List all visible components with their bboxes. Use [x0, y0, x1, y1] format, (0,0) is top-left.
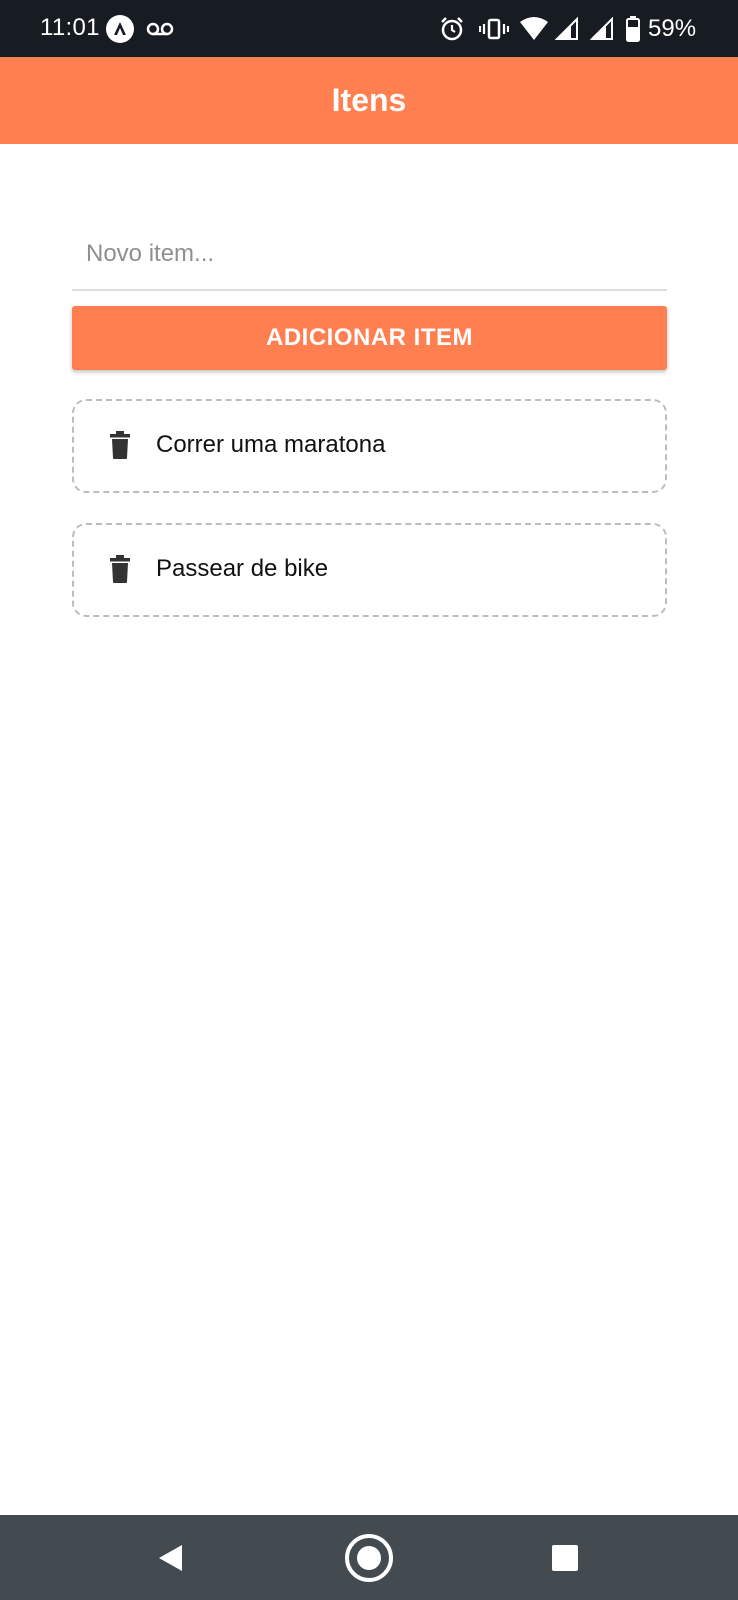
- back-icon[interactable]: [125, 1515, 215, 1600]
- new-item-input[interactable]: [72, 225, 667, 283]
- app-notification-icon: [104, 0, 136, 57]
- page-title: Itens: [331, 82, 407, 118]
- voicemail-icon: [144, 0, 176, 57]
- list-item-label: Correr uma maratona: [156, 431, 386, 458]
- status-time: 11:01: [40, 14, 100, 41]
- trash-icon[interactable]: [110, 555, 130, 585]
- list-item-label: Passear de bike: [156, 555, 329, 582]
- vibrate-icon: [477, 0, 511, 57]
- wifi-icon: [518, 0, 550, 57]
- status-bar: 11:01 59%: [0, 0, 738, 57]
- new-item-field: [72, 225, 667, 291]
- signal-icon: [588, 0, 616, 57]
- battery-percent: 59%: [648, 15, 697, 42]
- nav-bar: [0, 1515, 738, 1600]
- signal-icon: [553, 0, 581, 57]
- list-item: Correr uma maratona: [72, 399, 667, 493]
- alarm-icon: [437, 0, 467, 57]
- app-bar: Itens: [0, 57, 738, 144]
- home-icon[interactable]: [324, 1515, 414, 1600]
- add-item-button[interactable]: ADICIONAR ITEM: [72, 306, 667, 370]
- screen: 11:01 59% Itens Novo item... ADICIONAR I…: [0, 0, 738, 1600]
- recents-icon[interactable]: [520, 1515, 610, 1600]
- list-item: Passear de bike: [72, 523, 667, 617]
- battery-icon: [624, 0, 642, 57]
- trash-icon[interactable]: [110, 431, 130, 461]
- item-list: Correr uma maratona Passear de bike: [72, 399, 667, 647]
